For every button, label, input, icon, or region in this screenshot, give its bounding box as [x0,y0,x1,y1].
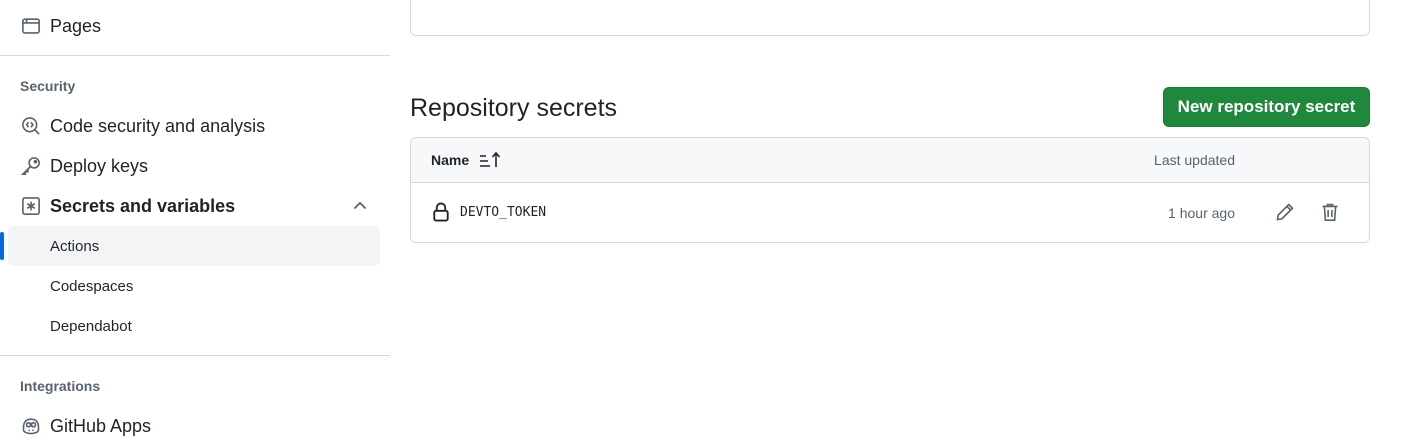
sidebar-item-actions[interactable]: Actions [8,226,380,266]
sidebar-item-label: Pages [50,15,102,36]
sidebar-section-integrations: Integrations [20,378,101,394]
key-icon [20,155,42,177]
sidebar-item-label: Code security and analysis [50,115,266,136]
sidebar-divider [0,55,390,56]
codescan-icon [20,115,42,137]
pencil-icon[interactable] [1272,199,1298,225]
sidebar-item-label: Codespaces [50,277,134,295]
section-title: Repository secrets [410,94,618,122]
settings-sidebar: Pages Security Code security and analysi… [0,0,390,441]
active-indicator [0,232,4,260]
copilot-icon [20,415,42,437]
sidebar-item-label: Actions [50,237,100,255]
chevron-up-icon[interactable] [350,196,370,216]
column-header-last-updated: Last updated [1154,152,1235,168]
sidebar-item-dependabot[interactable]: Dependabot [8,306,380,346]
sidebar-item-pages[interactable]: Pages [8,6,380,46]
sidebar-item-label: Dependabot [50,317,132,335]
secret-name: DEVTO_TOKEN [460,205,547,220]
sidebar-item-code-security[interactable]: Code security and analysis [8,106,380,146]
sidebar-item-github-apps[interactable]: GitHub Apps [8,406,380,441]
trash-icon[interactable] [1317,199,1343,225]
sidebar-item-label: GitHub Apps [50,415,152,436]
column-header-name: Name [431,152,470,168]
sidebar-item-secrets-and-variables[interactable]: Secrets and variables [8,186,380,226]
new-repository-secret-button[interactable]: New repository secret [1163,87,1370,127]
sort-ascending-icon[interactable] [479,150,503,170]
sidebar-item-label: Secrets and variables [50,195,236,216]
table-header: Name Last updated [411,138,1369,183]
lock-icon [431,201,451,223]
secret-last-updated: 1 hour ago [1168,205,1235,221]
sidebar-item-deploy-keys[interactable]: Deploy keys [8,146,380,186]
settings-page: Pages Security Code security and analysi… [0,0,1415,441]
sidebar-section-security: Security [20,78,76,94]
sidebar-item-label: Deploy keys [50,155,149,176]
sidebar-item-codespaces[interactable]: Codespaces [8,266,380,306]
sidebar-divider [0,355,390,356]
previous-section-box [410,0,1370,36]
secrets-table: Name Last updated DEVTO_TOKEN 1 hour ago [410,137,1370,243]
table-row: DEVTO_TOKEN 1 hour ago [411,183,1369,242]
asterisk-icon [20,195,42,217]
browser-icon [20,15,42,37]
